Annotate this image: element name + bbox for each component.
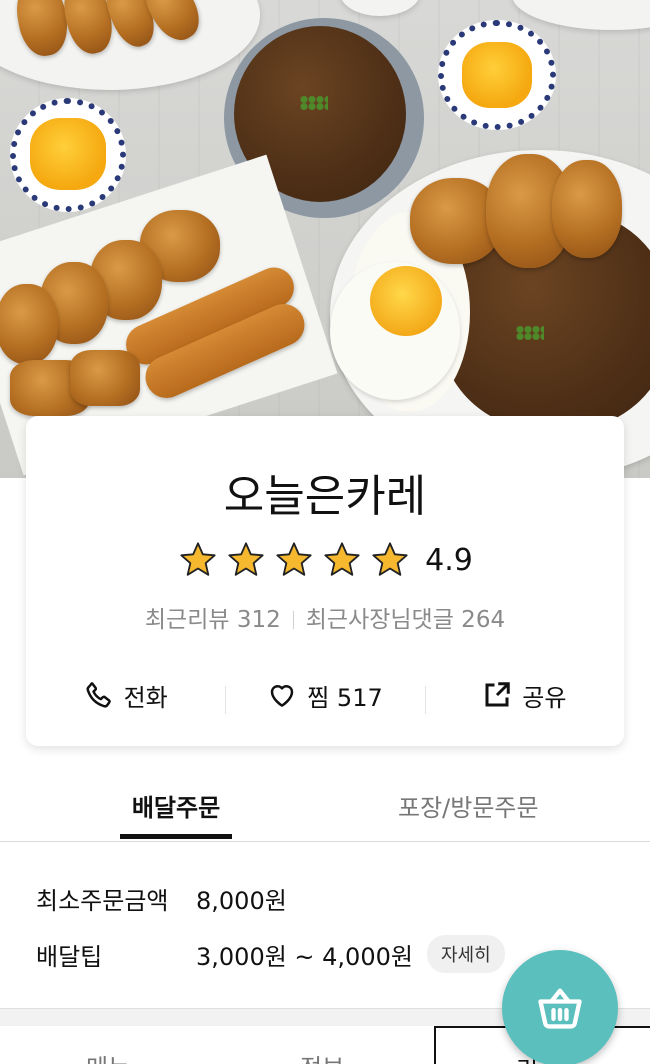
star-icon xyxy=(324,542,360,576)
tab-delivery-order[interactable]: 배달주문 xyxy=(120,788,232,839)
owner-replies-link[interactable]: 최근사장님댓글 264 xyxy=(306,607,505,633)
favorite-button[interactable]: 찜 517 xyxy=(225,678,424,714)
delivery-tip-detail-button[interactable]: 자세히 xyxy=(426,935,505,973)
rating-value: 4.9 xyxy=(425,542,473,578)
store-actions: 전화 찜 517 공유 xyxy=(26,672,624,718)
min-order-value: 8,000원 xyxy=(196,887,287,915)
tab-info[interactable]: 정보 xyxy=(300,1048,344,1064)
tab-menu[interactable]: 메뉴 xyxy=(86,1048,130,1064)
tab-pickup-order[interactable]: 포장/방문주문 xyxy=(398,788,539,823)
recent-reviews-link[interactable]: 최근리뷰 312 xyxy=(145,607,281,633)
store-hero-image xyxy=(0,0,650,478)
min-order-label: 최소주문금액 xyxy=(36,887,169,915)
min-order-row: 최소주문금액 8,000원 xyxy=(36,881,287,916)
star-icon xyxy=(372,542,408,576)
cart-button[interactable] xyxy=(502,950,618,1064)
star-icon xyxy=(228,542,264,576)
phone-icon xyxy=(86,682,111,708)
basket-icon xyxy=(538,988,582,1029)
call-label: 전화 xyxy=(123,683,168,712)
share-icon xyxy=(485,682,510,707)
star-icon xyxy=(180,542,216,576)
rating-row: 4.9 xyxy=(26,538,624,582)
delivery-tip-row: 배달팁 3,000원 ~ 4,000원 자세히 xyxy=(36,935,505,973)
order-type-tabs: 배달주문 포장/방문주문 xyxy=(0,770,650,842)
delivery-tip-value: 3,000원 ~ 4,000원 xyxy=(196,942,413,971)
store-info-card: 오늘은카레 4.9 최근리뷰 312 최근사장님댓글 264 전화 찜 517 공… xyxy=(26,416,624,746)
favorite-label: 찜 517 xyxy=(307,683,383,712)
share-label: 공유 xyxy=(522,683,567,712)
heart-icon xyxy=(270,685,294,707)
review-stats: 최근리뷰 312 최근사장님댓글 264 xyxy=(26,600,624,634)
call-button[interactable]: 전화 xyxy=(26,678,225,713)
store-name: 오늘은카레 xyxy=(223,471,427,522)
divider xyxy=(292,611,294,629)
star-icon xyxy=(276,542,312,576)
share-button[interactable]: 공유 xyxy=(424,678,624,714)
delivery-tip-label: 배달팁 xyxy=(36,942,103,971)
